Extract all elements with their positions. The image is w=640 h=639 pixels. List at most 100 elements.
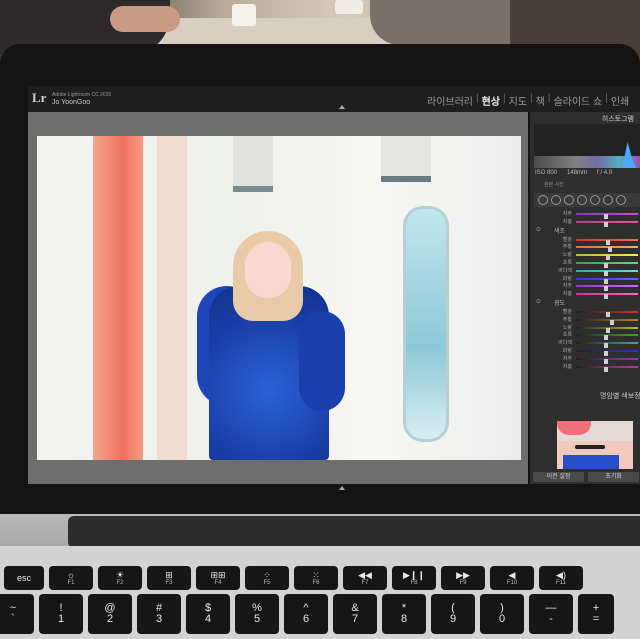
key-2[interactable]: @2: [88, 594, 132, 634]
slider-row: 바다색: [534, 267, 640, 276]
key-9[interactable]: (9: [431, 594, 475, 634]
slider-track[interactable]: [576, 285, 638, 292]
backtick-key[interactable]: ~ `: [0, 594, 34, 634]
thumb-choker: [575, 445, 605, 449]
slider-row: 자주: [534, 210, 640, 219]
lightroom-logo: Lr: [32, 90, 47, 105]
gradient-icon[interactable]: [590, 195, 600, 205]
key-5[interactable]: % 5: [235, 594, 279, 634]
face: [245, 242, 291, 298]
slider-row: 자주: [534, 355, 640, 364]
slider-track[interactable]: [576, 310, 638, 317]
slider-track[interactable]: [576, 318, 638, 325]
f5-key[interactable]: ⁘ F5: [245, 566, 289, 590]
slider-track[interactable]: [576, 238, 638, 245]
key-4[interactable]: $4: [186, 594, 230, 634]
section-luminance[interactable]: 광도: [534, 298, 640, 308]
slider-row: 지홍: [534, 290, 640, 300]
slider-track[interactable]: [576, 357, 638, 364]
focal-length: 148mm: [567, 170, 588, 176]
key-7[interactable]: & 7: [333, 594, 377, 634]
wall-lamp: [381, 136, 431, 182]
module-develop[interactable]: 현상: [479, 93, 503, 108]
slider-track[interactable]: [576, 254, 638, 261]
thumb-dress: [563, 455, 619, 469]
slider-track[interactable]: [576, 277, 638, 284]
f7-key[interactable]: ◀◀ F7: [343, 566, 387, 590]
split-toning-title[interactable]: 명암별 색보정: [600, 391, 640, 401]
key-8[interactable]: * 8: [382, 594, 426, 634]
person-right: [370, 0, 510, 45]
grid-icon[interactable]: [538, 195, 548, 205]
slider-track[interactable]: [576, 326, 638, 333]
f10-key[interactable]: ◀ F10: [490, 566, 534, 590]
key-0[interactable]: ) 0: [480, 594, 524, 634]
slider-track[interactable]: [576, 334, 638, 341]
f2-key[interactable]: ☀ F2: [98, 566, 142, 590]
previous-settings-button[interactable]: 이전 설정: [533, 472, 584, 482]
orange-pillar: [93, 136, 143, 460]
radial-filter-icon[interactable]: [603, 195, 613, 205]
f4-key[interactable]: ⊞⊞ F4: [196, 566, 240, 590]
tool-strip: [534, 193, 640, 207]
module-print[interactable]: 인쇄: [608, 93, 632, 108]
slider-label: 파랑: [562, 275, 572, 282]
f8-key[interactable]: ▶❙❙ F8: [392, 566, 436, 590]
spot-removal-icon[interactable]: [564, 195, 574, 205]
module-picker: 라이브러리 | 현상 | 지도 | 책 | 슬라이드 쇼 | 인쇄: [424, 93, 632, 108]
hinge-gap: [68, 516, 640, 548]
slider-label: 지홍: [562, 363, 572, 370]
slider-row: 자주: [534, 282, 640, 292]
reset-button[interactable]: 초기화: [588, 472, 639, 482]
module-slideshow[interactable]: 슬라이드 쇼: [550, 93, 605, 108]
slider-track[interactable]: [576, 213, 638, 219]
slider-track[interactable]: [576, 349, 638, 356]
slider-row: 주황: [534, 316, 640, 325]
module-book[interactable]: 책: [533, 93, 548, 108]
slider-row: 노랑: [534, 324, 640, 333]
slider-label: 지홍: [562, 291, 572, 298]
slider-track[interactable]: [576, 220, 638, 227]
number-key-row: ~ ` ! 1 @2 #3 $4 % 5 ^ 6 & 7 * 8 (9 ) 0 — - + =: [0, 594, 614, 634]
mirror: [403, 206, 449, 442]
slider-track[interactable]: [576, 269, 638, 276]
f1-key[interactable]: ☼ F1: [49, 566, 93, 590]
slider-label: 바다색: [558, 267, 572, 274]
histogram-title: 히스토그램: [601, 116, 634, 123]
crop-icon[interactable]: [551, 195, 561, 205]
slider-label: 자주: [562, 283, 572, 290]
slider-track[interactable]: [576, 246, 638, 253]
key-1[interactable]: ! 1: [39, 594, 83, 634]
photo[interactable]: [37, 136, 521, 460]
slider-row: 바다색: [534, 339, 640, 349]
f9-key[interactable]: ▶▶ F9: [441, 566, 485, 590]
aperture: f / 4.0: [597, 170, 613, 176]
brush-icon[interactable]: [616, 195, 626, 205]
slider-track[interactable]: [576, 293, 638, 300]
f6-key[interactable]: ⁙ F6: [294, 566, 338, 590]
f3-key[interactable]: ⊞ F3: [147, 566, 191, 590]
panel-toggle-top-icon[interactable]: [339, 105, 345, 109]
panel-toggle-bottom-icon[interactable]: [339, 486, 345, 490]
esc-key[interactable]: esc: [4, 566, 44, 590]
f11-key[interactable]: ◀) F11: [539, 566, 583, 590]
module-library[interactable]: 라이브러리: [424, 93, 476, 108]
module-map[interactable]: 지도: [506, 93, 530, 108]
equals-key[interactable]: + =: [578, 594, 614, 634]
section-color[interactable]: 색조: [534, 226, 640, 236]
slider-track[interactable]: [576, 342, 638, 349]
slider-label: 주황: [562, 244, 572, 251]
redeye-icon[interactable]: [577, 195, 587, 205]
slider-knob[interactable]: [604, 366, 608, 372]
cup: [335, 0, 363, 14]
slider-row: 빨강: [534, 236, 640, 245]
key-6[interactable]: ^ 6: [284, 594, 328, 634]
slider-label: 빨강: [562, 236, 572, 243]
slider-track[interactable]: [576, 365, 638, 372]
minus-key[interactable]: — -: [529, 594, 573, 634]
key-3[interactable]: #3: [137, 594, 181, 634]
slider-row: 파랑: [534, 347, 640, 356]
slider-track[interactable]: [576, 261, 638, 268]
original-photo-label: 원본 사진: [544, 182, 564, 188]
slider-row: 지홍: [534, 363, 640, 372]
